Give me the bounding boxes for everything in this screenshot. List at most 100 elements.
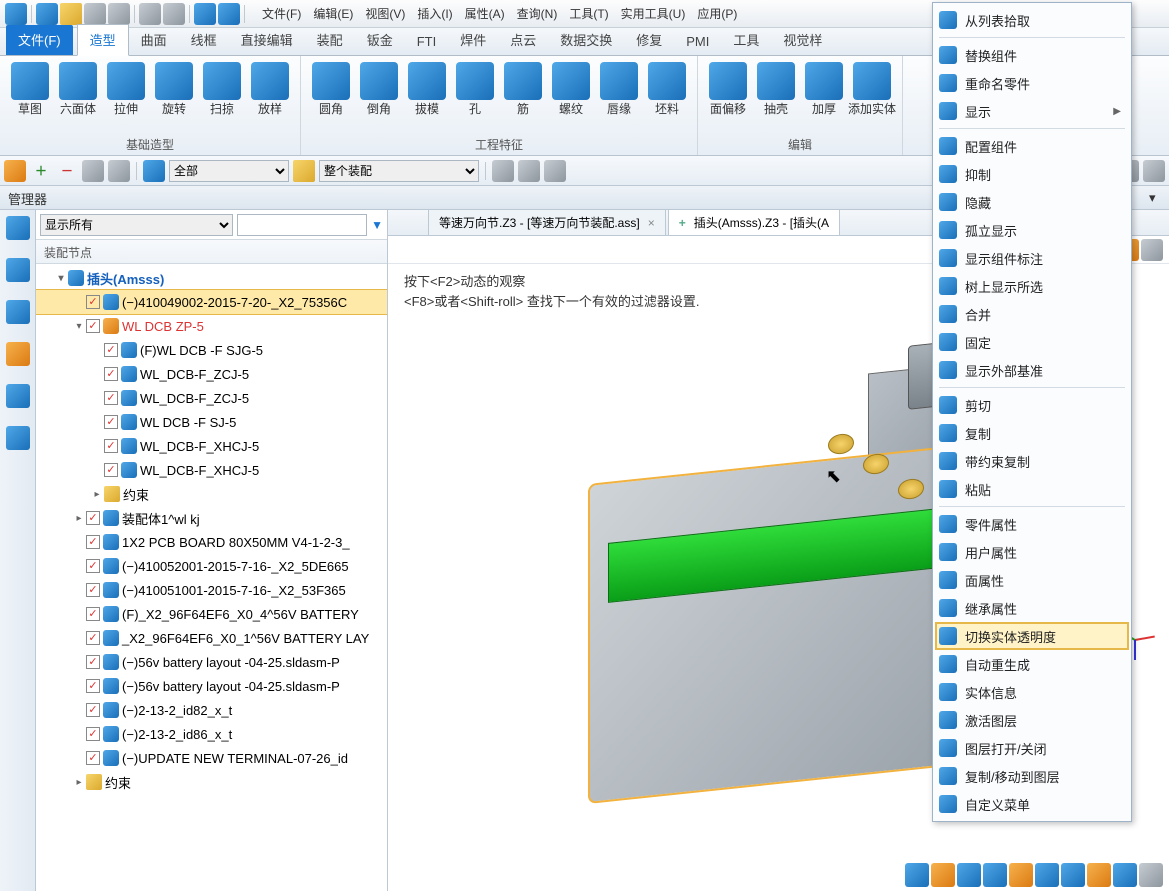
- ribbon-button[interactable]: 加厚: [800, 60, 848, 134]
- tree-node[interactable]: WL_DCB-F_XHCJ-5: [36, 458, 387, 482]
- menu-edit[interactable]: 编辑(E): [307, 1, 359, 26]
- collapse-icon[interactable]: ▾: [1149, 190, 1165, 206]
- tab[interactable]: 线框: [179, 25, 229, 55]
- context-menu-item[interactable]: 带约束复制: [935, 447, 1129, 475]
- ribbon-button[interactable]: 扫掠: [198, 60, 246, 134]
- ribbon-button[interactable]: 添加实体: [848, 60, 896, 134]
- t1-icon[interactable]: [492, 160, 514, 182]
- context-menu-item[interactable]: 复制: [935, 419, 1129, 447]
- tree-node[interactable]: (−)410051001-2015-7-16-_X2_53F365: [36, 578, 387, 602]
- tab[interactable]: 焊件: [448, 25, 498, 55]
- context-menu-item[interactable]: 隐藏: [935, 188, 1129, 216]
- menu-attr[interactable]: 属性(A): [459, 1, 511, 26]
- ribbon-button[interactable]: 孔: [451, 60, 499, 134]
- tree-node[interactable]: (−)UPDATE NEW TERMINAL-07-26_id: [36, 746, 387, 770]
- context-menu-item[interactable]: 图层打开/关闭: [935, 734, 1129, 762]
- context-menu-item[interactable]: 继承属性: [935, 594, 1129, 622]
- browser-icon[interactable]: [6, 216, 30, 240]
- menu-view[interactable]: 视图(V): [359, 1, 411, 26]
- tree-node[interactable]: (−)2-13-2_id82_x_t: [36, 698, 387, 722]
- plus-icon[interactable]: ＋: [30, 160, 52, 182]
- context-menu-item[interactable]: 显示组件标注: [935, 244, 1129, 272]
- context-menu-item[interactable]: 从列表拾取: [935, 6, 1129, 34]
- view7-icon[interactable]: [1141, 239, 1163, 261]
- tab[interactable]: FTI: [405, 29, 449, 55]
- close-icon[interactable]: ×: [648, 216, 655, 230]
- tree-node[interactable]: (−)56v battery layout -04-25.sldasm-P: [36, 674, 387, 698]
- doc-tab-active[interactable]: + 插头(Amsss).Z3 - [插头(A: [668, 209, 840, 235]
- scope-icon[interactable]: [293, 160, 315, 182]
- ribbon-button[interactable]: 螺纹: [547, 60, 595, 134]
- tab[interactable]: 曲面: [129, 25, 179, 55]
- tree-node[interactable]: (−)2-13-2_id86_x_t: [36, 722, 387, 746]
- history-icon[interactable]: [6, 258, 30, 282]
- tab[interactable]: 数据交换: [548, 25, 624, 55]
- tree-node[interactable]: (−)410049002-2015-7-20-_X2_75356C: [36, 290, 387, 314]
- menu-file[interactable]: 文件(F): [256, 1, 307, 26]
- tree-search-input[interactable]: [237, 214, 367, 236]
- context-menu-item[interactable]: 用户属性: [935, 538, 1129, 566]
- pick-icon[interactable]: [4, 160, 26, 182]
- context-menu-item[interactable]: 抑制: [935, 160, 1129, 188]
- ribbon-button[interactable]: 抽壳: [752, 60, 800, 134]
- menu-query[interactable]: 查询(N): [511, 1, 564, 26]
- tree-node[interactable]: (−)56v battery layout -04-25.sldasm-P: [36, 650, 387, 674]
- render-icon[interactable]: [6, 342, 30, 366]
- bt-icon[interactable]: [1113, 863, 1137, 887]
- menu-app[interactable]: 应用(P): [691, 1, 743, 26]
- context-menu-item[interactable]: 激活图层: [935, 706, 1129, 734]
- user-icon[interactable]: [6, 426, 30, 450]
- tree-node[interactable]: WL_DCB-F_XHCJ-5: [36, 434, 387, 458]
- context-menu-item[interactable]: 显示▶: [935, 97, 1129, 125]
- ribbon-button[interactable]: 面偏移: [704, 60, 752, 134]
- tree-node[interactable]: ▸装配体1^wl kj: [36, 506, 387, 530]
- tab[interactable]: 点云: [498, 25, 548, 55]
- bt-icon[interactable]: [1061, 863, 1085, 887]
- grid-icon[interactable]: [82, 160, 104, 182]
- tab-file[interactable]: 文件(F): [6, 25, 73, 55]
- tree-node[interactable]: WL_DCB-F_ZCJ-5: [36, 386, 387, 410]
- context-menu-item[interactable]: 合并: [935, 300, 1129, 328]
- tab[interactable]: 钣金: [355, 25, 405, 55]
- minus-icon[interactable]: －: [56, 160, 78, 182]
- tree-node[interactable]: 1X2 PCB BOARD 80X50MM V4-1-2-3_: [36, 530, 387, 554]
- t2-icon[interactable]: [518, 160, 540, 182]
- context-menu-item[interactable]: 显示外部基准: [935, 356, 1129, 384]
- tree-node[interactable]: ▾插头(Amsss): [36, 266, 387, 290]
- context-menu-item[interactable]: 粘贴: [935, 475, 1129, 503]
- context-menu-item[interactable]: 自定义菜单: [935, 790, 1129, 818]
- tab[interactable]: PMI: [674, 29, 721, 55]
- tree-node[interactable]: ▸约束: [36, 770, 387, 794]
- color-icon[interactable]: [143, 160, 165, 182]
- tab[interactable]: 装配: [305, 25, 355, 55]
- ribbon-button[interactable]: 旋转: [150, 60, 198, 134]
- bt-icon[interactable]: [1139, 863, 1163, 887]
- ribbon-button[interactable]: 六面体: [54, 60, 102, 134]
- context-menu-item[interactable]: 剪切: [935, 391, 1129, 419]
- ribbon-button[interactable]: 筋: [499, 60, 547, 134]
- context-menu-item[interactable]: 面属性: [935, 566, 1129, 594]
- redo-icon[interactable]: [163, 3, 185, 25]
- tool-icon[interactable]: [194, 3, 216, 25]
- tree-node[interactable]: ▸约束: [36, 482, 387, 506]
- undo-icon[interactable]: [139, 3, 161, 25]
- tree-show-combo[interactable]: 显示所有: [40, 214, 233, 236]
- tree-node[interactable]: WL_DCB-F_ZCJ-5: [36, 362, 387, 386]
- tree-node[interactable]: (F)WL DCB -F SJG-5: [36, 338, 387, 362]
- print-icon[interactable]: [108, 3, 130, 25]
- tree-node[interactable]: ▾WL DCB ZP-5: [36, 314, 387, 338]
- bt-icon[interactable]: [957, 863, 981, 887]
- layers-icon[interactable]: [6, 300, 30, 324]
- context-menu-item[interactable]: 切换实体透明度: [935, 622, 1129, 650]
- context-menu-item[interactable]: 自动重生成: [935, 650, 1129, 678]
- tool2-icon[interactable]: [218, 3, 240, 25]
- image-icon[interactable]: [6, 384, 30, 408]
- ribbon-button[interactable]: 唇缘: [595, 60, 643, 134]
- context-menu-item[interactable]: 替换组件: [935, 41, 1129, 69]
- filter-combo-2[interactable]: 整个装配: [319, 160, 479, 182]
- bt-icon[interactable]: [1035, 863, 1059, 887]
- ribbon-button[interactable]: 放样: [246, 60, 294, 134]
- ribbon-button[interactable]: 倒角: [355, 60, 403, 134]
- tree-node[interactable]: _X2_96F64EF6_X0_1^56V BATTERY LAY: [36, 626, 387, 650]
- context-menu-item[interactable]: 实体信息: [935, 678, 1129, 706]
